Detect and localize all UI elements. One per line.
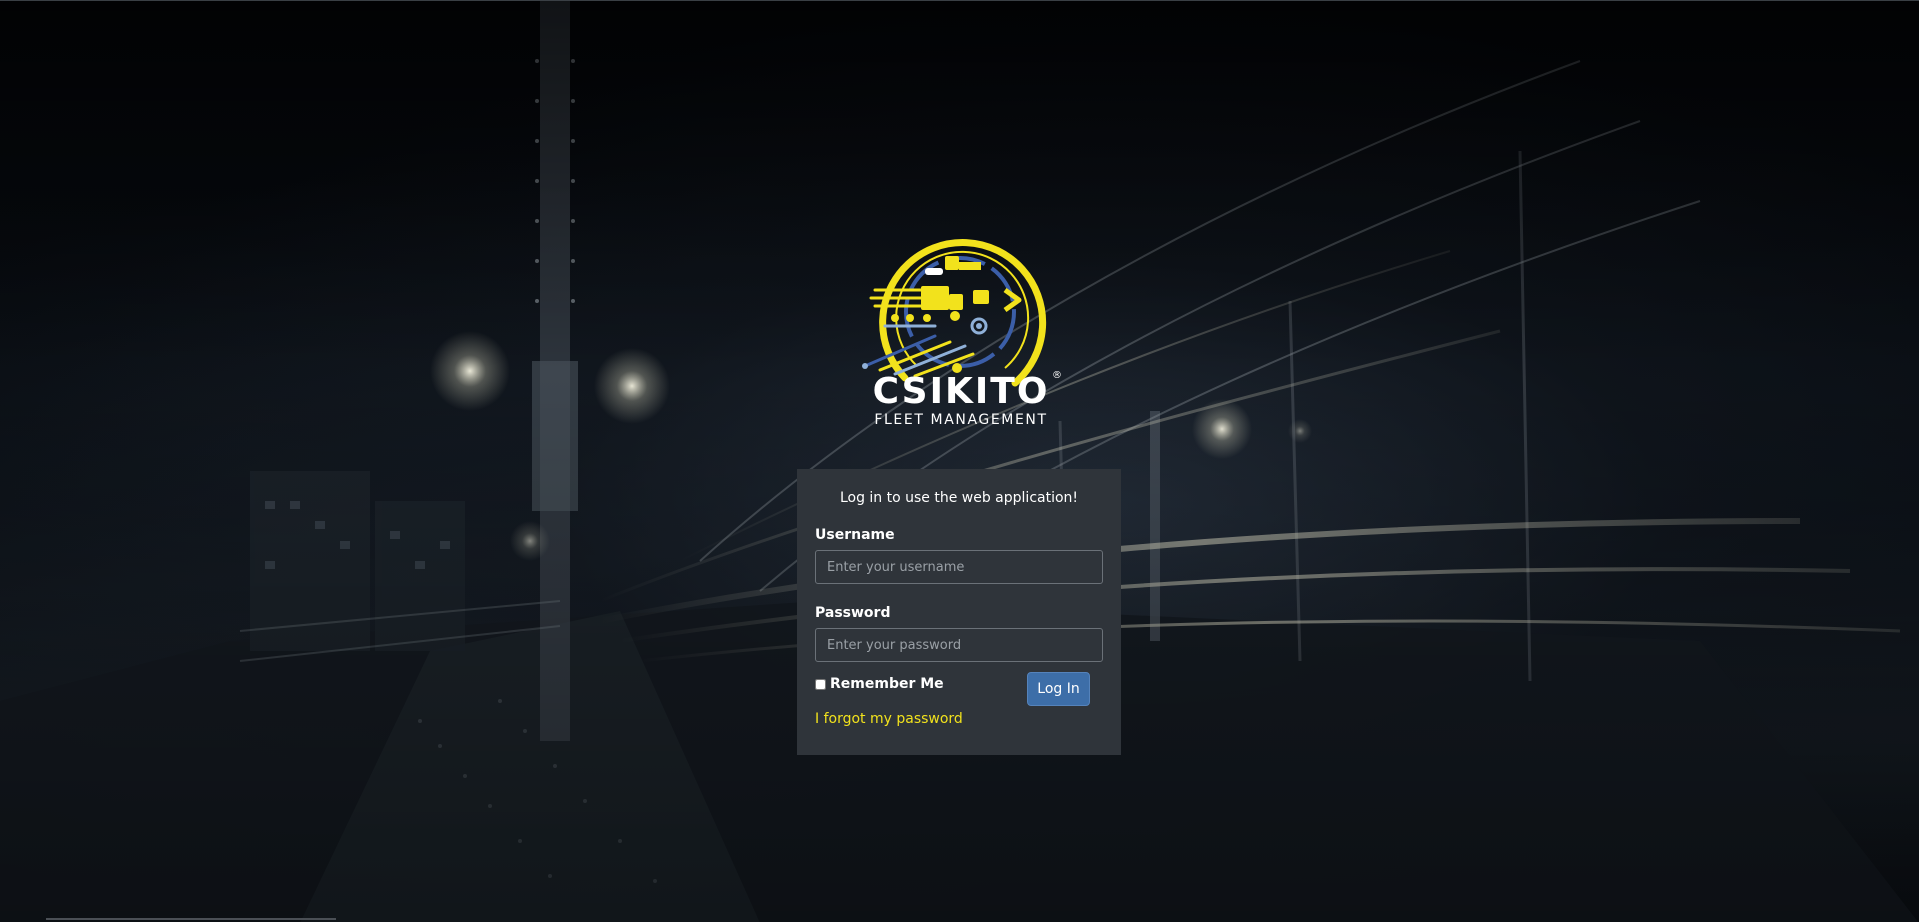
brand-name: CSIKITO [872, 371, 1050, 412]
forgot-password-link[interactable]: I forgot my password [815, 710, 1103, 728]
login-actions-row: Remember Me Log In [815, 672, 1103, 710]
remember-me-label: Remember Me [830, 676, 944, 692]
background-image [0, 0, 1919, 922]
night-bridge-scene [0, 1, 1919, 922]
username-label: Username [815, 527, 895, 543]
username-input[interactable] [815, 550, 1103, 584]
password-input[interactable] [815, 628, 1103, 662]
registered-mark: ® [1052, 370, 1062, 381]
remember-me[interactable]: Remember Me [815, 676, 944, 692]
login-panel: Log in to use the web application! Usern… [797, 469, 1121, 755]
login-title: Log in to use the web application! [839, 490, 1079, 506]
brand-subtitle: FLEET MANAGEMENT [874, 412, 1048, 428]
brand-wordmark: CSIKITO ® FLEET MANAGEMENT [856, 370, 1066, 428]
password-label: Password [815, 605, 891, 621]
horizontal-scrollbar[interactable] [46, 918, 336, 920]
login-button[interactable]: Log In [1027, 672, 1090, 706]
remember-me-checkbox[interactable] [815, 678, 826, 690]
